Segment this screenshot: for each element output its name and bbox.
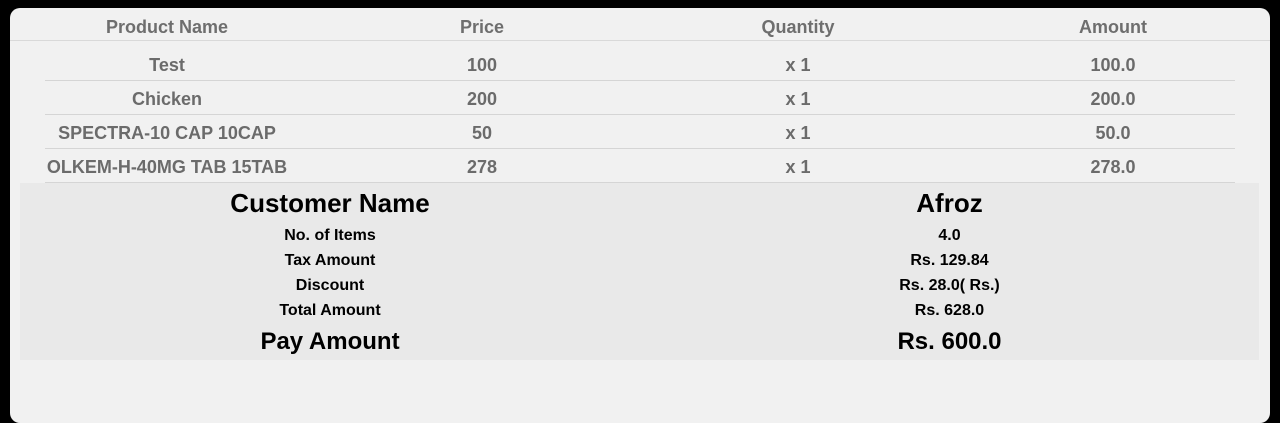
quantity-cell: x 1 <box>785 55 811 75</box>
product-name-cell: OLKEM-H-40MG TAB 15TAB <box>46 157 288 177</box>
amount-cell: 200.0 <box>1090 89 1136 109</box>
items-count-value: 4.0 <box>938 227 961 244</box>
header-amount: Amount <box>1079 17 1147 37</box>
price-cell: 50 <box>471 123 493 143</box>
bill-panel: Product Name Price Quantity Amount Test … <box>10 8 1270 423</box>
price-cell: 100 <box>466 55 498 75</box>
quantity-cell: x 1 <box>785 157 811 177</box>
product-name-cell: Test <box>149 55 185 75</box>
customer-name-label: Customer Name <box>230 188 430 218</box>
pay-amount-value: Rs. 600.0 <box>897 328 1002 355</box>
product-name-cell: Chicken <box>131 89 203 109</box>
discount-value: Rs. 28.0( Rs.) <box>899 277 1000 294</box>
amount-cell: 278.0 <box>1090 157 1136 177</box>
price-cell: 200 <box>466 89 498 109</box>
table-header: Product Name Price Quantity Amount <box>10 8 1270 41</box>
total-amount-label: Total Amount <box>279 302 381 319</box>
row-divider <box>45 148 1235 149</box>
table-row: Test 100 x 1 100.0 <box>10 48 1270 82</box>
tax-amount-value: Rs. 129.84 <box>910 252 989 269</box>
discount-label: Discount <box>295 277 365 294</box>
customer-name-value: Afroz <box>916 188 983 218</box>
product-name-cell: SPECTRA-10 CAP 10CAP <box>58 123 276 143</box>
header-product-name: Product Name <box>105 17 229 37</box>
bill-summary: Customer Name Afroz No. of Items 4.0 Tax… <box>20 183 1259 360</box>
amount-cell: 50.0 <box>1095 123 1131 143</box>
items-count-label: No. of Items <box>284 227 376 244</box>
header-quantity: Quantity <box>761 17 835 37</box>
row-divider <box>45 80 1235 81</box>
quantity-cell: x 1 <box>785 123 811 143</box>
pay-amount-label: Pay Amount <box>260 328 400 355</box>
table-row: Chicken 200 x 1 200.0 <box>10 82 1270 116</box>
row-divider <box>45 114 1235 115</box>
tax-amount-label: Tax Amount <box>284 252 376 269</box>
price-cell: 278 <box>466 157 498 177</box>
quantity-cell: x 1 <box>785 89 811 109</box>
top-strip <box>0 0 1280 6</box>
header-price: Price <box>459 17 505 37</box>
table-row: SPECTRA-10 CAP 10CAP 50 x 1 50.0 <box>10 116 1270 150</box>
table-row: OLKEM-H-40MG TAB 15TAB 278 x 1 278.0 <box>10 150 1270 184</box>
total-amount-value: Rs. 628.0 <box>914 302 985 319</box>
amount-cell: 100.0 <box>1090 55 1136 75</box>
